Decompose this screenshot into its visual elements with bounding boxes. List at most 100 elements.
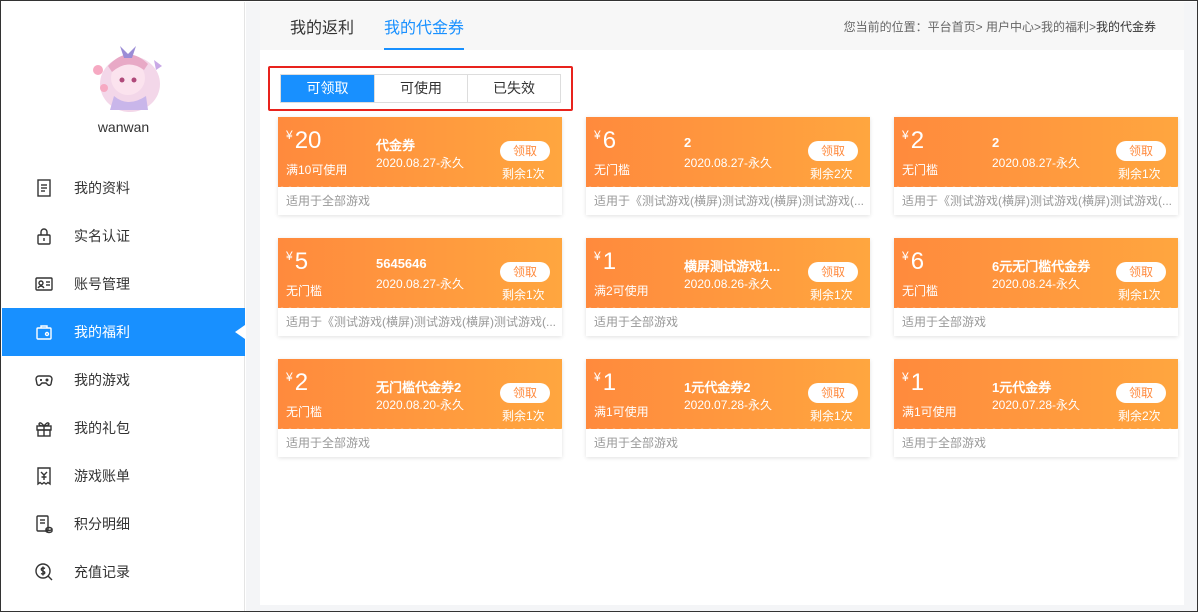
main-area: 我的返利 我的代金券 您当前的位置：平台首页> 用户中心>我的福利>我的代金券 … [246, 2, 1197, 611]
claim-button[interactable]: 领取 [1116, 383, 1166, 403]
sidebar-item-verification[interactable]: 实名认证 [2, 212, 245, 260]
currency-symbol: ¥ [594, 128, 601, 142]
sidebar-item-welfare[interactable]: 我的福利 [2, 308, 245, 356]
coupon-threshold: 满1可使用 [902, 405, 957, 419]
claim-button[interactable]: 领取 [500, 262, 550, 282]
coupon-validity: 2020.08.20-永久 [376, 398, 465, 412]
coupon-header: ¥1 满2可使用 横屏测试游戏1... 2020.08.26-永久 领取剩余1次 [586, 238, 870, 308]
gamepad-icon [34, 370, 54, 390]
sidebar-item-label: 实名认证 [74, 228, 130, 244]
coupon-validity: 2020.07.28-永久 [992, 398, 1081, 412]
coupon-name: 1元代金券 [992, 380, 1052, 395]
coupon-amount: ¥20 [286, 127, 321, 155]
coupon-amount: ¥6 [594, 127, 616, 155]
coupon-amount-value: 2 [910, 127, 925, 154]
coupon-remaining: 剩余1次 [810, 288, 853, 302]
coupon-card: ¥5 无门槛 5645646 2020.08.27-永久 领取 剩余1次 适用于《测试游戏(… [278, 238, 562, 336]
sidebar-item-label: 账号管理 [74, 276, 130, 292]
coupon-header: ¥1 满1可使用 1元代金券 2020.07.28-永久 领取 剩余2次 [894, 359, 1178, 429]
sidebar-item-profile[interactable]: 我的资料 [2, 164, 245, 212]
coupon-validity: 2020.08.24-永久 [992, 277, 1081, 291]
coupon-card: ¥2 无门槛 无门槛代金券2 2020.08.20-永久 领取 剩余1次 适用于全部游戏 [278, 359, 562, 457]
coupon-card: ¥1 满1可使用 1元代金券 2020.07.28-永久 领取 剩余2次 适用于全部游戏 [894, 359, 1178, 457]
coupon-threshold: 满2可使用 [594, 284, 649, 298]
tab-coupons[interactable]: 我的代金券 [384, 2, 465, 50]
coupon-amount-value: 1 [602, 248, 617, 275]
coupon-validity: 2020.08.27-永久 [684, 156, 773, 170]
subtab-claimable[interactable]: 可领取 [281, 75, 374, 102]
claim-button[interactable]: 领取 [1116, 141, 1166, 161]
sidebar-item-label: 我的资料 [74, 180, 130, 196]
currency-symbol: ¥ [902, 128, 909, 142]
claim-button[interactable]: 领取 [808, 262, 858, 282]
coupon-remaining: 剩余2次 [810, 167, 853, 181]
coupon-amount: ¥6 [902, 248, 924, 276]
coupon-amount-value: 6 [602, 127, 617, 154]
claim-button[interactable]: 领取 [808, 383, 858, 403]
coupon-amount-value: 1 [910, 369, 925, 396]
claim-button[interactable]: 领取 [500, 141, 550, 161]
sidebar-item-label: 我的礼包 [74, 420, 130, 436]
coupon-amount: ¥1 [594, 248, 616, 276]
app-window: wanwan 我的资料 实名认证 账号管理 我的福利 我的游戏 我的礼包 游戏账… [0, 0, 1198, 612]
avatar[interactable] [84, 40, 168, 114]
coupon-validity: 2020.08.27-永久 [992, 156, 1081, 170]
sidebar-item-points[interactable]: 积分明细 [2, 500, 245, 548]
header-bar: 我的返利 我的代金券 您当前的位置：平台首页> 用户中心>我的福利>我的代金券 [260, 2, 1184, 50]
tab-rebate[interactable]: 我的返利 [290, 2, 354, 50]
coupon-card: ¥6 无门槛 2 2020.08.27-永久 领取 剩余2次 适用于《测试游戏(横屏)测试游… [586, 117, 870, 215]
sidebar: wanwan 我的资料 实名认证 账号管理 我的福利 我的游戏 我的礼包 游戏账… [2, 2, 245, 611]
coupon-remaining: 剩余1次 [1118, 167, 1161, 181]
coupon-scope: 适用于《测试游戏(横屏)测试游戏(横屏)测试游戏(... [594, 194, 864, 208]
coupon-remaining: 剩余1次 [502, 409, 545, 423]
breadcrumb-current: 我的代金券 [1095, 20, 1156, 34]
sidebar-item-label: 我的福利 [74, 324, 130, 340]
claim-button[interactable]: 领取 [500, 383, 550, 403]
coupon-name: 6元无门槛代金券 [992, 259, 1091, 274]
currency-symbol: ¥ [286, 249, 293, 263]
coupon-amount: ¥5 [286, 248, 308, 276]
coupon-name: 横屏测试游戏1... [684, 259, 781, 274]
coupon-amount: ¥2 [286, 369, 308, 397]
coupon-threshold: 满1可使用 [594, 405, 649, 419]
coupon-name: 无门槛代金券2 [376, 380, 462, 395]
claim-button[interactable]: 领取 [808, 141, 858, 161]
coupon-scope: 适用于全部游戏 [902, 315, 987, 329]
coupon-header: ¥6 无门槛 6元无门槛代金券 2020.08.24-永久 领取 剩余1次 [894, 238, 1178, 308]
subtab-expired[interactable]: 已失效 [467, 75, 560, 102]
coupon-validity: 2020.08.26-永久 [684, 277, 773, 291]
coupon-remaining: 剩余1次 [1118, 288, 1161, 302]
coupon-card: ¥1 满2可使用 横屏测试游戏1... 2020.08.26-永久 领取剩余1次适用于全… [586, 238, 870, 336]
coupon-amount-value: 5 [294, 248, 309, 275]
coupon-threshold: 无门槛 [286, 405, 323, 419]
coupon-scope: 适用于《测试游戏(横屏)测试游戏(横屏)测试游戏(... [286, 315, 556, 329]
sidebar-item-label: 积分明细 [74, 516, 130, 532]
coupon-scope: 适用于全部游戏 [594, 315, 679, 329]
coupon-threshold: 无门槛 [286, 284, 323, 298]
currency-symbol: ¥ [902, 370, 909, 384]
sidebar-item-bills[interactable]: 游戏账单 [2, 452, 245, 500]
currency-symbol: ¥ [594, 370, 601, 384]
points-icon [34, 514, 54, 534]
sidebar-item-gifts[interactable]: 我的礼包 [2, 404, 245, 452]
document-icon [34, 178, 54, 198]
sidebar-item-recharge[interactable]: 充值记录 [2, 548, 245, 596]
sidebar-item-label: 充值记录 [74, 564, 130, 580]
coupon-name: 代金券 [376, 138, 416, 153]
claim-button[interactable]: 领取 [1116, 262, 1166, 282]
coupon-remaining: 剩余1次 [502, 288, 545, 302]
coupon-validity: 2020.08.27-永久 [376, 156, 465, 170]
sidebar-item-account[interactable]: 账号管理 [2, 260, 245, 308]
coupon-amount-value: 6 [910, 248, 925, 275]
coupon-threshold: 无门槛 [902, 163, 939, 177]
coupon-card: ¥2 无门槛 2 2020.08.27-永久 领取 剩余1次 适用于《测试游戏(横屏)测试游… [894, 117, 1178, 215]
id-card-icon [34, 274, 54, 294]
coupon-header: ¥5 无门槛 5645646 2020.08.27-永久 领取 剩余1次 [278, 238, 562, 308]
breadcrumb-path: 您当前的位置：平台首页> 用户中心>我的福利> [843, 20, 1096, 34]
coupon-amount-value: 20 [294, 127, 322, 154]
content-panel: 我的返利 我的代金券 您当前的位置：平台首页> 用户中心>我的福利>我的代金券 … [260, 2, 1184, 605]
coupon-validity: 2020.08.27-永久 [376, 277, 465, 291]
sidebar-item-games[interactable]: 我的游戏 [2, 356, 245, 404]
subtab-usable[interactable]: 可使用 [374, 75, 467, 102]
lock-icon [34, 226, 54, 246]
